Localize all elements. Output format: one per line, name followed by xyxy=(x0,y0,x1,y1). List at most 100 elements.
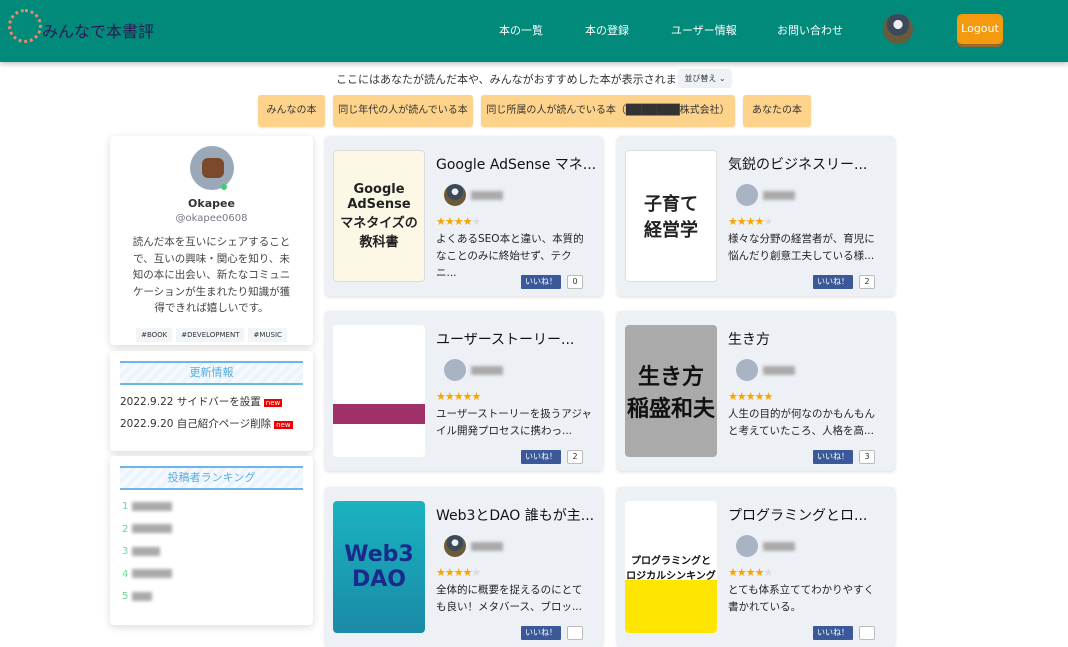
like-count xyxy=(567,626,583,640)
book-cover[interactable]: 子育て 経営学 xyxy=(625,150,717,282)
star-icon: ★ xyxy=(745,390,756,403)
star-icon: ★ xyxy=(462,390,473,403)
reviewer-name[interactable] xyxy=(471,191,503,200)
new-badge: new xyxy=(274,421,293,429)
book-description: 人生の目的が何なのかもんもんと考えていたころ、人格を高... xyxy=(728,408,875,437)
rating-stars: ★★★★★ xyxy=(728,390,774,403)
book-description: とても体系立ててわかりやすく書かれている。 xyxy=(728,584,875,613)
cover-text: ユーザーストーリー マッピング xyxy=(338,381,420,404)
book-card[interactable]: 子育て 経営学 気鋭のビジネスリー... ★★★★★ 様々な分野の経営者が、育児… xyxy=(617,136,895,296)
filter-everyone[interactable]: みんなの本 xyxy=(258,95,325,127)
ranking-item[interactable]: 4 xyxy=(122,564,301,587)
reviewer-avatar[interactable] xyxy=(736,359,758,381)
update-item: 2022.9.22 サイドバーを設置 new xyxy=(120,391,303,413)
like-button[interactable]: いいね！ xyxy=(521,626,561,640)
rank-number: 4 xyxy=(122,568,129,580)
like-button[interactable]: いいね！ xyxy=(813,626,853,640)
star-icon: ★ xyxy=(754,215,765,228)
book-cover[interactable]: Web3 DAO xyxy=(333,501,425,633)
nav-book-register[interactable]: 本の登録 xyxy=(585,22,629,38)
profile-bio: 読んだ本を互いにシェアすることで、互いの興味・関心を知り、未知の本に出会い、新た… xyxy=(132,236,291,314)
reviewer-avatar[interactable] xyxy=(736,184,758,206)
tag[interactable]: #DEVELOPMENT xyxy=(176,328,245,342)
star-icon: ★ xyxy=(763,390,774,403)
rating-stars: ★★★★★ xyxy=(728,215,774,228)
ranking-item[interactable]: 5 xyxy=(122,586,301,609)
like-count xyxy=(859,626,875,640)
updates-title: 更新情報 xyxy=(120,361,303,385)
book-cover[interactable]: 生き方 稲盛和夫 xyxy=(625,325,717,457)
logout-button[interactable]: Logout xyxy=(957,14,1003,44)
tag[interactable]: #BOOK xyxy=(136,328,173,342)
update-item: 2022.9.20 自己紹介ページ削除 new xyxy=(120,413,303,435)
book-cover[interactable]: ユーザーストーリー マッピング xyxy=(333,325,425,457)
user-avatar[interactable] xyxy=(883,14,913,44)
rank-number: 2 xyxy=(122,523,129,535)
star-icon: ★ xyxy=(471,566,482,579)
star-icon: ★ xyxy=(763,566,774,579)
reviewer-avatar[interactable] xyxy=(736,535,758,557)
profile-card: Okapee @okapee0608 読んだ本を互いにシェアすることで、互いの興… xyxy=(110,136,313,345)
star-icon: ★ xyxy=(453,390,464,403)
reviewer-avatar[interactable] xyxy=(444,184,466,206)
filter-same-org[interactable]: 同じ所属の人が読んでいる本（███████株式会社） xyxy=(481,95,735,127)
book-title[interactable]: Google AdSense マネ... xyxy=(436,154,596,174)
reviewer-name[interactable] xyxy=(471,542,503,551)
ranking-item[interactable]: 2 xyxy=(122,519,301,542)
nav-book-list[interactable]: 本の一覧 xyxy=(499,22,543,38)
ranking-item[interactable]: 3 xyxy=(122,541,301,564)
book-title[interactable]: プログラミングとロ... xyxy=(728,505,867,525)
rank-number: 5 xyxy=(122,591,129,602)
sort-dropdown[interactable]: 並び替え ⌄ xyxy=(678,69,732,88)
star-icon: ★ xyxy=(436,566,446,579)
star-icon: ★ xyxy=(471,215,482,228)
ranking-card: 投稿者ランキング 1 2 3 4 5 xyxy=(110,456,313,625)
like-button[interactable]: いいね！ xyxy=(521,275,561,289)
like-button[interactable]: いいね！ xyxy=(813,275,853,289)
rating-stars: ★★★★★ xyxy=(436,215,482,228)
intro-text: ここにはあなたが読んだ本や、みんながおすすめした本が表示されます。 xyxy=(336,73,698,86)
book-cover[interactable]: プログラミングと ロジカルシンキング xyxy=(625,501,717,633)
star-icon: ★ xyxy=(444,215,455,228)
like-count: 2 xyxy=(859,275,875,289)
filter-same-age[interactable]: 同じ年代の人が読んでいる本 xyxy=(333,95,473,127)
reviewer-name[interactable] xyxy=(471,366,503,375)
ranking-item[interactable]: 1 xyxy=(122,496,301,519)
like-button[interactable]: いいね！ xyxy=(813,450,853,464)
like-button[interactable]: いいね！ xyxy=(521,450,561,464)
filter-mine[interactable]: あなたの本 xyxy=(743,95,811,127)
book-card[interactable]: ユーザーストーリー マッピング ユーザーストーリー... ★★★★★ ユーザース… xyxy=(325,311,603,471)
book-card[interactable]: 生き方 稲盛和夫 生き方 ★★★★★ 人生の目的が何なのかもんもんと考えていたこ… xyxy=(617,311,895,471)
nav-contact[interactable]: お問い合わせ xyxy=(777,22,843,38)
book-card[interactable]: プログラミングと ロジカルシンキング プログラミングとロ... ★★★★★ とて… xyxy=(617,487,895,647)
rating-stars: ★★★★★ xyxy=(436,566,482,579)
nav-user-info[interactable]: ユーザー情報 xyxy=(671,22,737,38)
new-badge: new xyxy=(263,399,283,407)
update-text: 2022.9.22 サイドバーを設置 xyxy=(120,396,261,408)
cover-text: 子育て 経営学 xyxy=(644,194,698,241)
reviewer-avatar[interactable] xyxy=(444,535,466,557)
ranking-title: 投稿者ランキング xyxy=(120,466,303,490)
reviewer-name[interactable] xyxy=(763,542,795,551)
profile-avatar xyxy=(190,146,234,190)
profile-name: Okapee xyxy=(188,197,235,210)
book-card[interactable]: Web3 DAO Web3とDAO 誰もが主... ★★★★★ 全体的に概要を捉… xyxy=(325,487,603,647)
cover-text: Web3 DAO xyxy=(344,542,414,592)
cover-text: Google AdSense マネタイズの教科書 xyxy=(340,182,418,250)
reviewer-avatar[interactable] xyxy=(444,359,466,381)
book-title[interactable]: 生き方 xyxy=(728,329,770,349)
book-card[interactable]: Google AdSense マネタイズの教科書 Google AdSense … xyxy=(325,136,603,296)
book-cover[interactable]: Google AdSense マネタイズの教科書 xyxy=(333,150,425,282)
book-title[interactable]: 気鋭のビジネスリー... xyxy=(728,154,867,174)
like-count: 3 xyxy=(859,450,875,464)
book-title[interactable]: ユーザーストーリー... xyxy=(436,329,574,349)
tag[interactable]: #MUSIC xyxy=(248,328,287,342)
reviewer-name[interactable] xyxy=(763,366,795,375)
profile-handle: @okapee0608 xyxy=(175,213,248,224)
star-icon: ★ xyxy=(728,566,738,579)
reviewer-name[interactable] xyxy=(763,191,795,200)
header: みんなで本書評 本の一覧 本の登録 ユーザー情報 お問い合わせ Logout xyxy=(0,0,1068,62)
star-icon: ★ xyxy=(763,215,774,228)
logo-text[interactable]: みんなで本書評 xyxy=(42,18,154,42)
book-title[interactable]: Web3とDAO 誰もが主... xyxy=(436,505,594,525)
